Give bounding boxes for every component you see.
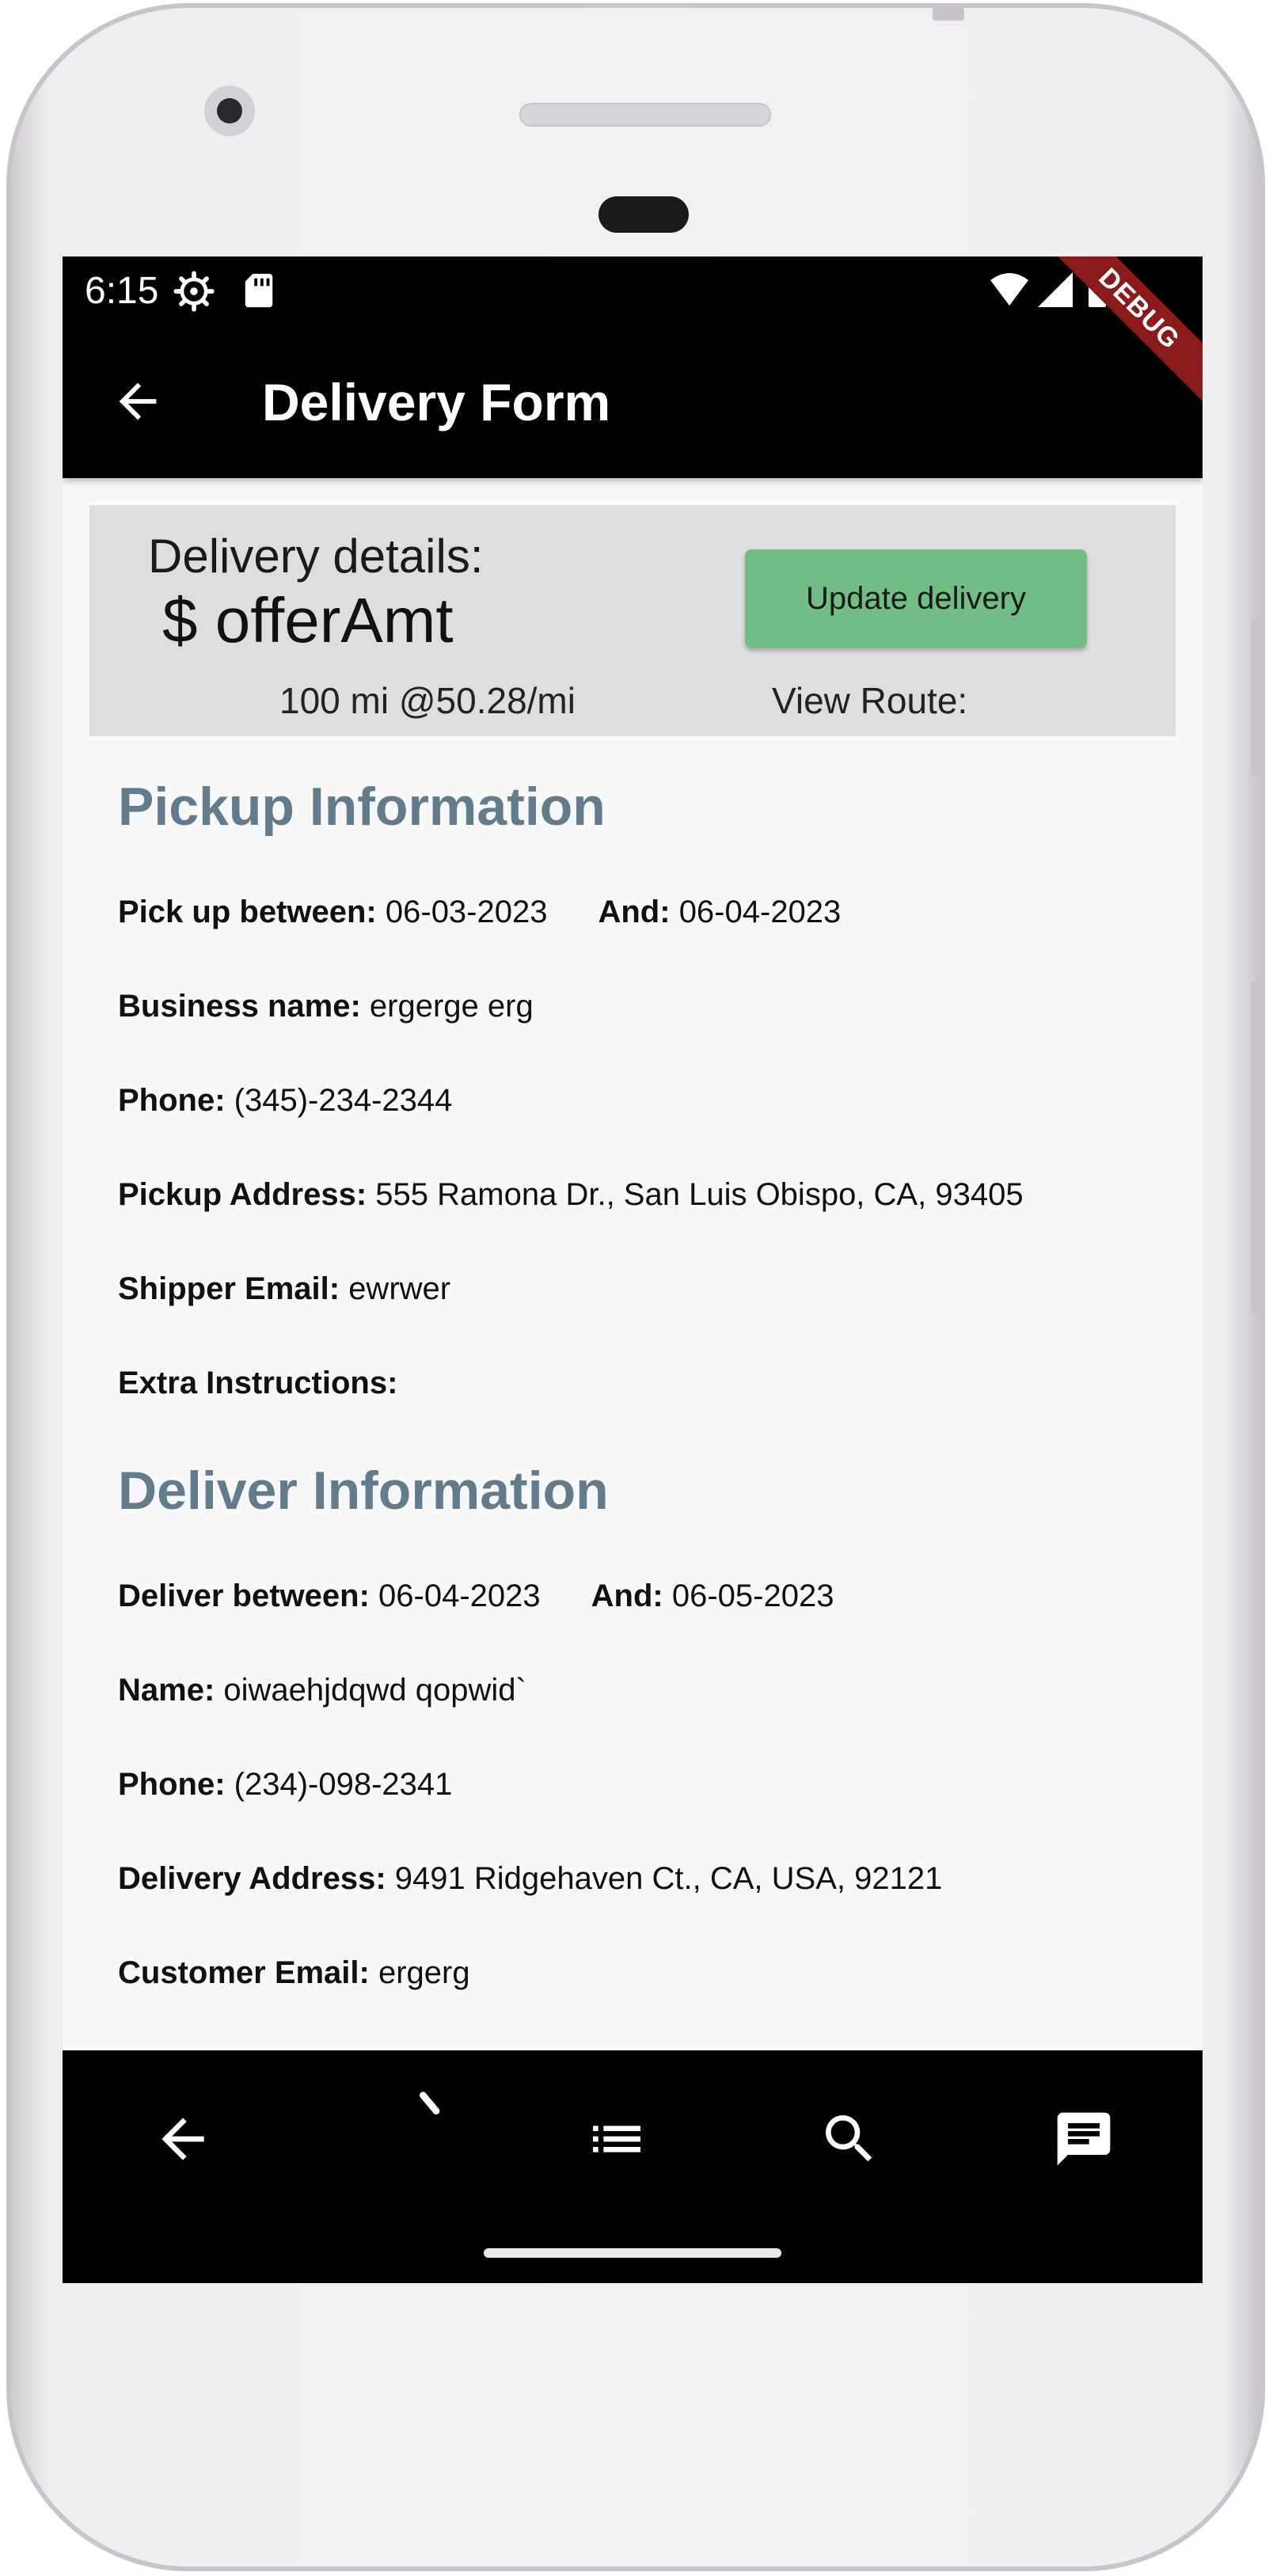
- bottom-nav-bar: [63, 2050, 1203, 2283]
- customer-name-value: oiwaehjdqwd qopwid`: [223, 1673, 526, 1708]
- update-delivery-button[interactable]: Update delivery: [745, 549, 1087, 648]
- deliver-phone-value: (234)-098-2341: [234, 1767, 453, 1802]
- screen: 6:15 Delivery Form DEBUG Delivery detail…: [63, 256, 1203, 2283]
- shipper-email-row: Shipper Email: ewrwer: [118, 1271, 450, 1307]
- power-button: [1251, 982, 1260, 1314]
- pickup-and-label: And:: [598, 895, 671, 929]
- proximity-sensor: [598, 196, 689, 233]
- view-route-link[interactable]: View Route:: [772, 679, 967, 722]
- delivery-details-title: Delivery details:: [148, 530, 484, 583]
- gear-icon: [173, 271, 215, 312]
- app-bar: Delivery Form: [63, 323, 1203, 478]
- pickup-between-value: 06-03-2023: [385, 895, 548, 929]
- status-bar: 6:15: [63, 256, 1203, 323]
- extra-instructions-label: Extra Instructions:: [118, 1366, 398, 1400]
- home-indicator[interactable]: [484, 2248, 781, 2258]
- wifi-icon: [990, 273, 1028, 306]
- extra-instructions-row: Extra Instructions:: [118, 1366, 397, 1401]
- business-name-label: Business name:: [118, 989, 361, 1024]
- business-name-row: Business name: ergerge erg: [118, 989, 534, 1024]
- signal-icon: [1038, 272, 1073, 307]
- deliver-and-label: And:: [591, 1579, 663, 1613]
- delivery-address-row: Delivery Address: 9491 Ridgehaven Ct., C…: [118, 1861, 942, 1897]
- search-icon[interactable]: [818, 2107, 881, 2171]
- pickup-phone-row: Phone: (345)-234-2344: [118, 1083, 452, 1119]
- message-icon[interactable]: [1052, 2107, 1115, 2171]
- delivery-address-label: Delivery Address:: [118, 1861, 386, 1896]
- page-title: Delivery Form: [262, 373, 611, 431]
- offer-amount: $ offerAmt: [162, 585, 454, 655]
- sd-card-icon: [245, 273, 273, 308]
- customer-email-value: ergerg: [378, 1955, 470, 1990]
- deliver-between-label: Deliver between:: [118, 1579, 370, 1613]
- delivery-summary-card: Delivery details: $ offerAmt 100 mi @50.…: [89, 505, 1176, 736]
- pickup-address-row: Pickup Address: 555 Ramona Dr., San Luis…: [118, 1177, 1024, 1213]
- distance-rate: 100 mi @50.28/mi: [279, 680, 576, 721]
- deliver-between-value: 06-04-2023: [378, 1579, 541, 1613]
- back-arrow-icon[interactable]: [151, 2107, 215, 2171]
- customer-email-label: Customer Email:: [118, 1955, 370, 1990]
- customer-name-row: Name: oiwaehjdqwd qopwid`: [118, 1673, 526, 1708]
- customer-email-row: Customer Email: ergerg: [118, 1955, 470, 1991]
- shipper-email-value: ewrwer: [348, 1271, 451, 1306]
- back-arrow-icon[interactable]: [110, 374, 165, 429]
- deliver-heading: Deliver Information: [118, 1461, 609, 1521]
- volume-button: [1251, 617, 1260, 776]
- pickup-and-value: 06-04-2023: [678, 895, 842, 929]
- deliver-phone-row: Phone: (234)-098-2341: [118, 1767, 452, 1803]
- pickup-address-value: 555 Ramona Dr., San Luis Obispo, CA, 934…: [375, 1177, 1024, 1212]
- earpiece-speaker: [519, 103, 771, 127]
- deliver-window-row: Deliver between: 06-04-2023 And: 06-05-20…: [118, 1579, 834, 1614]
- business-name-value: ergerge erg: [369, 989, 534, 1024]
- pickup-heading: Pickup Information: [118, 777, 606, 837]
- pickup-address-label: Pickup Address:: [118, 1177, 367, 1212]
- deliver-and-value: 06-05-2023: [671, 1579, 834, 1613]
- delivery-form-content: Delivery details: $ offerAmt 100 mi @50.…: [63, 478, 1203, 2283]
- front-camera: [204, 85, 255, 136]
- list-icon[interactable]: [585, 2107, 648, 2171]
- shipper-email-label: Shipper Email:: [118, 1271, 340, 1306]
- pickup-phone-label: Phone:: [118, 1083, 226, 1118]
- pickup-between-label: Pick up between:: [118, 895, 377, 929]
- status-time: 6:15: [85, 270, 159, 312]
- delivery-address-value: 9491 Ridgehaven Ct., CA, USA, 92121: [394, 1861, 943, 1896]
- loading-icon: [420, 2092, 440, 2114]
- top-button: [933, 8, 964, 21]
- deliver-phone-label: Phone:: [118, 1767, 226, 1802]
- pickup-window-row: Pick up between: 06-03-2023 And: 06-04-20…: [118, 895, 841, 930]
- pickup-phone-value: (345)-234-2344: [234, 1083, 453, 1118]
- customer-name-label: Name:: [118, 1673, 215, 1708]
